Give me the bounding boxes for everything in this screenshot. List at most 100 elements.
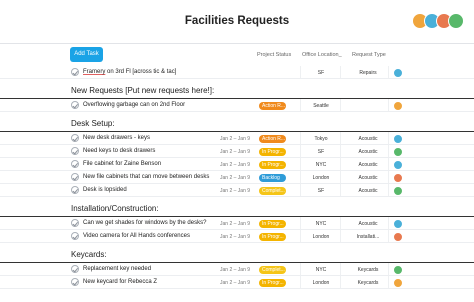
task-row[interactable]: Framery on 3rd Fl [across tic & tac] SF …: [0, 66, 474, 79]
section-header[interactable]: New Requests [Put new requests here!]:: [0, 83, 474, 99]
status-badge[interactable]: Action R...: [259, 134, 286, 143]
office-location-cell[interactable]: SF: [306, 70, 336, 76]
assignee-avatar[interactable]: [393, 133, 403, 144]
assignee-avatar[interactable]: [393, 218, 403, 229]
task-row[interactable]: New file cabinets that can move between …: [0, 171, 474, 184]
due-dates[interactable]: Jan 2 – Jan 9: [220, 234, 250, 240]
task-row[interactable]: Need keys to desk drawers Jan 2 – Jan 9 In…: [0, 145, 474, 158]
complete-checkbox[interactable]: [71, 147, 79, 155]
complete-checkbox[interactable]: [71, 278, 79, 286]
section-title[interactable]: New Requests [Put new requests here!]:: [71, 86, 214, 95]
request-type-cell[interactable]: Acoustic: [353, 162, 383, 168]
office-location-cell[interactable]: Tokyo: [306, 136, 336, 142]
status-badge[interactable]: Backlog: [259, 173, 286, 182]
status-badge[interactable]: In Progr...: [259, 160, 286, 169]
complete-checkbox[interactable]: [71, 186, 79, 194]
task-name-link[interactable]: Framery: [83, 69, 105, 75]
task-row[interactable]: Can we get shades for windows by the des…: [0, 217, 474, 230]
assignee-avatar[interactable]: [393, 172, 403, 183]
request-type-cell[interactable]: Installati...: [353, 234, 383, 240]
task-name[interactable]: File cabinet for Zaine Benson: [83, 161, 161, 167]
task-name[interactable]: New file cabinets that can move between …: [83, 174, 209, 180]
office-location-cell[interactable]: London: [306, 175, 336, 181]
avatar[interactable]: [448, 13, 464, 29]
office-location-cell[interactable]: NYC: [306, 221, 336, 227]
page-title: Facilities Requests: [184, 15, 290, 27]
office-location-cell[interactable]: NYC: [306, 162, 336, 168]
complete-checkbox[interactable]: [71, 134, 79, 142]
section-title[interactable]: Installation/Construction:: [71, 204, 159, 213]
task-name[interactable]: Need keys to desk drawers: [83, 148, 155, 154]
add-task-button[interactable]: Add Task: [70, 47, 103, 62]
due-dates[interactable]: Jan 2 – Jan 9: [220, 267, 250, 273]
task-row[interactable]: File cabinet for Zaine Benson Jan 2 – Jan…: [0, 158, 474, 171]
assignee-avatar[interactable]: [393, 277, 403, 288]
assignee-avatar[interactable]: [393, 185, 403, 196]
complete-checkbox[interactable]: [71, 232, 79, 240]
complete-checkbox[interactable]: [71, 265, 79, 273]
task-name[interactable]: Video camera for All Hands conferences: [83, 233, 190, 239]
status-badge[interactable]: In Progr...: [259, 278, 286, 287]
request-type-cell[interactable]: Keycards: [353, 280, 383, 286]
office-location-cell[interactable]: SF: [306, 149, 336, 155]
complete-checkbox[interactable]: [71, 219, 79, 227]
office-location-cell[interactable]: NYC: [306, 267, 336, 273]
member-avatars[interactable]: [412, 13, 464, 31]
complete-checkbox[interactable]: [71, 173, 79, 181]
status-badge[interactable]: Action R...: [259, 101, 286, 110]
office-location-cell[interactable]: London: [306, 234, 336, 240]
office-location-cell[interactable]: SF: [306, 188, 336, 194]
due-dates[interactable]: Jan 2 – Jan 9: [220, 149, 250, 155]
request-type-cell[interactable]: Acoustic: [353, 175, 383, 181]
complete-checkbox[interactable]: [71, 160, 79, 168]
task-name[interactable]: New keycard for Rebecca Z: [83, 279, 157, 285]
office-location-cell[interactable]: London: [306, 280, 336, 286]
status-badge[interactable]: In Progr...: [259, 147, 286, 156]
task-row[interactable]: New keycard for Rebecca Z Jan 2 – Jan 9 In…: [0, 276, 474, 289]
task-name[interactable]: Can we get shades for windows by the des…: [83, 220, 206, 226]
due-dates[interactable]: Jan 2 – Jan 9: [220, 175, 250, 181]
request-type-cell[interactable]: Acoustic: [353, 136, 383, 142]
assignee-avatar[interactable]: [393, 264, 403, 275]
column-header-office-location[interactable]: Office Location_: [302, 52, 342, 58]
task-row[interactable]: Replacement key needed Jan 2 – Jan 9 Compl…: [0, 263, 474, 276]
column-header-request-type[interactable]: Request Type: [352, 52, 386, 58]
assignee-avatar[interactable]: [393, 231, 403, 242]
request-type-cell[interactable]: Keycards: [353, 267, 383, 273]
status-badge[interactable]: In Progr...: [259, 219, 286, 228]
office-location-cell[interactable]: Seattle: [306, 103, 336, 109]
assignee-avatar[interactable]: [393, 100, 403, 111]
task-name[interactable]: Framery on 3rd Fl [across tic & tac]: [83, 69, 176, 75]
section-title[interactable]: Keycards:: [71, 250, 107, 259]
section-header[interactable]: Installation/Construction:: [0, 201, 474, 217]
complete-checkbox[interactable]: [71, 101, 79, 109]
due-dates[interactable]: Jan 2 – Jan 9: [220, 188, 250, 194]
status-badge[interactable]: In Progr...: [259, 232, 286, 241]
request-type-cell[interactable]: Acoustic: [353, 149, 383, 155]
section-header[interactable]: Desk Setup:: [0, 116, 474, 132]
due-dates[interactable]: Jan 2 – Jan 9: [220, 162, 250, 168]
assignee-avatar[interactable]: [393, 67, 403, 78]
status-badge[interactable]: Complet...: [259, 265, 286, 274]
assignee-avatar[interactable]: [393, 159, 403, 170]
task-row[interactable]: Desk is lopsided Jan 2 – Jan 9 Complet... S…: [0, 184, 474, 197]
task-name[interactable]: Overflowing garbage can on 2nd Floor: [83, 102, 185, 108]
complete-checkbox[interactable]: [71, 68, 79, 76]
task-name[interactable]: New desk drawers - keys: [83, 135, 150, 141]
request-type-cell[interactable]: Repairs: [353, 70, 383, 76]
due-dates[interactable]: Jan 2 – Jan 9: [220, 136, 250, 142]
assignee-avatar[interactable]: [393, 146, 403, 157]
request-type-cell[interactable]: Acoustic: [353, 221, 383, 227]
request-type-cell[interactable]: Acoustic: [353, 188, 383, 194]
section-header[interactable]: Keycards:: [0, 247, 474, 263]
task-row[interactable]: Video camera for All Hands conferences Ja…: [0, 230, 474, 243]
task-name[interactable]: Replacement key needed: [83, 266, 151, 272]
task-row[interactable]: New desk drawers - keys Jan 2 – Jan 9 Acti…: [0, 132, 474, 145]
task-row[interactable]: Overflowing garbage can on 2nd Floor Acti…: [0, 99, 474, 112]
column-header-project-status[interactable]: Project Status: [257, 52, 291, 58]
section-title[interactable]: Desk Setup:: [71, 119, 115, 128]
status-badge[interactable]: Complet...: [259, 186, 286, 195]
due-dates[interactable]: Jan 2 – Jan 9: [220, 280, 250, 286]
due-dates[interactable]: Jan 2 – Jan 9: [220, 221, 250, 227]
task-name[interactable]: Desk is lopsided: [83, 187, 127, 193]
